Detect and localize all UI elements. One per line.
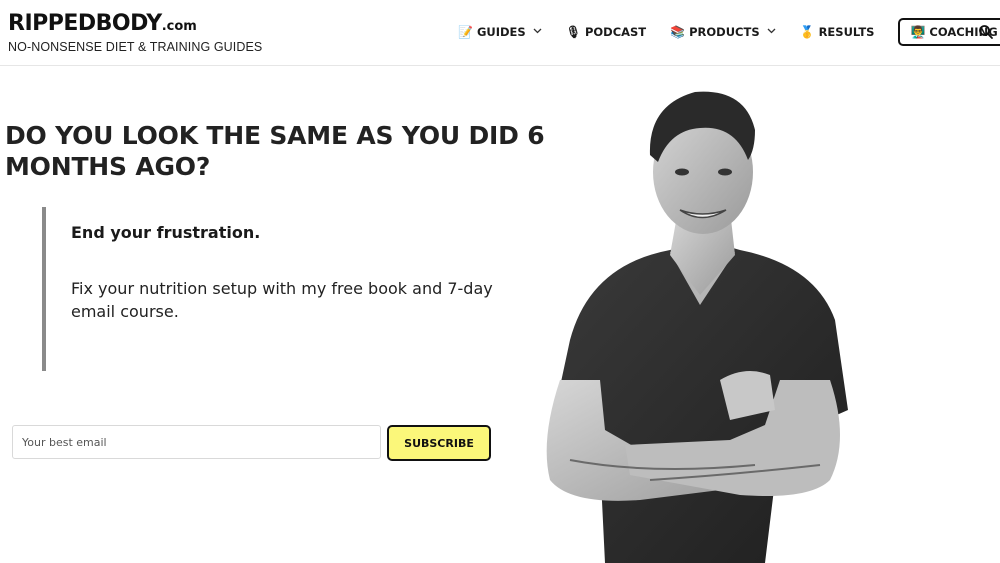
microphone-icon: 🎙	[565, 25, 581, 39]
nav-results[interactable]: 🥇 RESULTS	[800, 25, 875, 39]
medal-icon: 🥇	[799, 25, 815, 39]
chevron-down-icon	[767, 27, 776, 37]
main-nav: 📝 GUIDES 🎙 PODCAST 📚 PRODUCTS 🥇 RESULTS …	[458, 18, 1000, 46]
quote-body: Fix your nutrition setup with my free bo…	[71, 279, 493, 321]
quote-lead: End your frustration.	[71, 223, 261, 242]
email-input[interactable]	[12, 425, 381, 459]
chevron-down-icon	[533, 27, 542, 37]
nav-guides[interactable]: 📝 GUIDES	[458, 25, 542, 39]
hero-portrait-image	[546, 91, 848, 563]
books-icon: 📚	[670, 25, 686, 39]
site-logo[interactable]: RIPPEDBODY.com NO-NONSENSE DIET & TRAINI…	[8, 11, 263, 55]
search-icon	[979, 25, 993, 39]
nav-results-label: RESULTS	[818, 25, 875, 39]
hero-quote-block: End your frustration. Fix your nutrition…	[42, 207, 493, 371]
subscribe-button[interactable]: SUBSCRIBE	[387, 425, 491, 461]
memo-icon: 📝	[458, 25, 473, 39]
hero-headline: DO YOU LOOK THE SAME AS YOU DID 6 MONTHS…	[5, 121, 545, 181]
search-button[interactable]	[978, 24, 994, 40]
logo-tagline: NO-NONSENSE DIET & TRAINING GUIDES	[8, 40, 263, 54]
logo-wordmark: RIPPEDBODY.com	[8, 11, 197, 36]
nav-podcast[interactable]: 🎙 PODCAST	[566, 25, 646, 39]
coach-person-icon: 👨‍🏫	[910, 25, 926, 39]
nav-products[interactable]: 📚 PRODUCTS	[670, 25, 776, 39]
nav-guides-label: GUIDES	[476, 25, 526, 39]
nav-products-label: PRODUCTS	[689, 25, 760, 39]
nav-podcast-label: PODCAST	[584, 25, 647, 39]
site-header: RIPPEDBODY.com NO-NONSENSE DIET & TRAINI…	[0, 0, 1000, 66]
